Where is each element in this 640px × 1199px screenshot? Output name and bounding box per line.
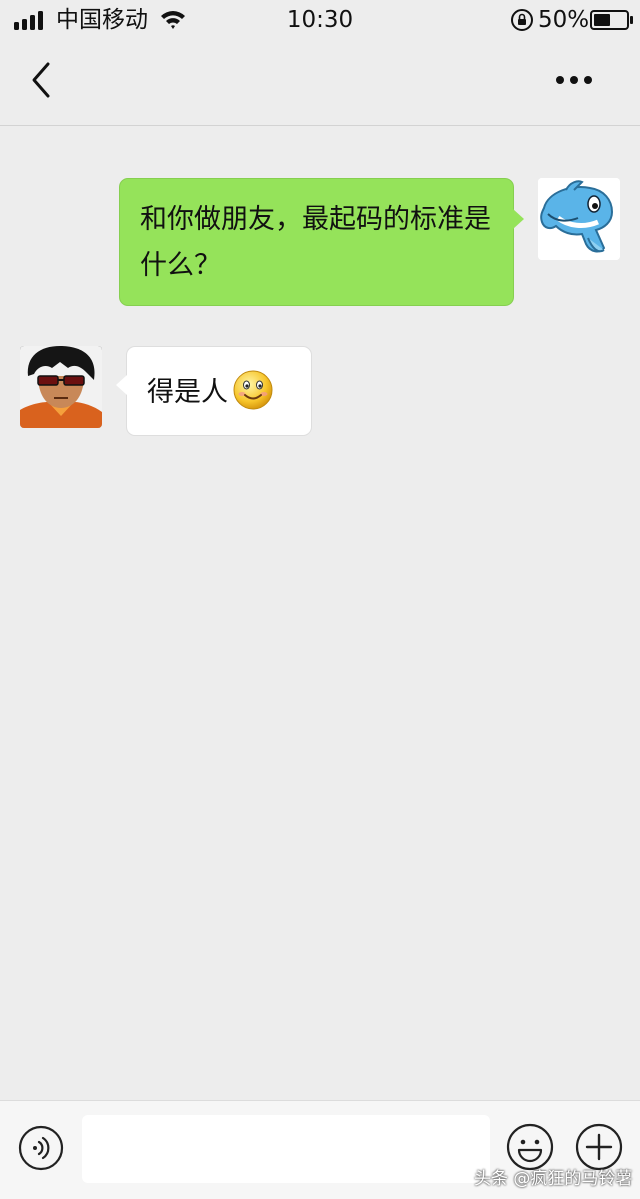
orientation-lock-icon: [511, 9, 533, 31]
received-message-text: 得是人: [147, 377, 228, 408]
man-sunglasses-avatar[interactable]: [20, 346, 102, 428]
received-message-bubble[interactable]: 得是人: [116, 346, 312, 436]
smile-emoji-icon: [233, 370, 273, 410]
chat-screen: 中国移动 10:30 50% 和你做朋友，最起码的标准是什么？ 得是人 头条 @…: [0, 0, 640, 1199]
more-dots-icon[interactable]: [548, 62, 600, 98]
battery-icon: [590, 10, 633, 30]
sent-message-bubble[interactable]: 和你做朋友，最起码的标准是什么？: [119, 178, 524, 306]
dolphin-avatar[interactable]: [538, 178, 620, 260]
voice-icon[interactable]: [18, 1125, 64, 1171]
watermark: 头条 @疯狂的马铃薯: [474, 1169, 633, 1189]
battery-percent: 50%: [538, 7, 590, 33]
message-input[interactable]: [82, 1115, 490, 1183]
back-chevron-icon[interactable]: [22, 60, 62, 100]
sent-message-text: 和你做朋友，最起码的标准是什么？: [140, 204, 491, 281]
status-bar: 中国移动 10:30 50%: [0, 0, 640, 42]
nav-bar: [0, 42, 640, 126]
